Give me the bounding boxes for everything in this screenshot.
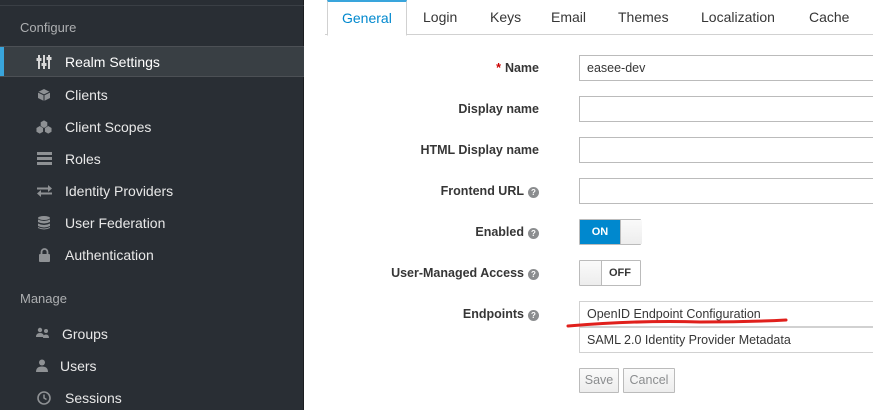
help-icon[interactable]: ? [528,228,539,239]
sidebar-item-identity-providers[interactable]: Identity Providers [0,175,304,206]
tab-login[interactable]: Login [423,0,457,35]
name-input[interactable]: easee-dev [579,55,873,81]
tab-localization[interactable]: Localization [701,0,775,35]
help-icon[interactable]: ? [528,269,539,280]
sidebar-item-label: Authentication [65,246,154,263]
sidebar-item-label: User Federation [65,214,166,231]
enabled-toggle[interactable]: ON [579,219,642,245]
sidebar-item-label: Realm Settings [65,53,160,70]
user-managed-access-label: User-Managed Access? [391,266,539,280]
sidebar-top-divider [0,0,304,6]
user-managed-access-toggle[interactable]: OFF [579,260,641,286]
clock-icon [36,390,52,406]
sidebar-item-users[interactable]: Users [0,350,304,381]
sidebar-item-authentication[interactable]: Authentication [0,239,304,270]
openid-endpoint-link[interactable]: OpenID Endpoint Configuration [579,301,873,327]
user-managed-access-label-text: User-Managed Access [391,266,524,280]
sidebar-item-label: Roles [65,150,101,167]
html-display-name-input[interactable] [579,137,873,163]
exchange-icon [36,183,52,199]
sidebar-item-label: Clients [65,86,108,103]
required-marker: * [496,61,501,75]
sidebar-item-client-scopes[interactable]: Client Scopes [0,111,304,142]
name-label-text: Name [504,61,539,75]
display-name-label: Display name [458,102,539,116]
sidebar-item-sessions[interactable]: Sessions [0,382,304,410]
toggle-off-text: OFF [609,267,631,279]
toggle-knob [620,220,642,244]
sidebar-item-user-federation[interactable]: User Federation [0,207,304,238]
frontend-url-label: Frontend URL? [441,184,539,198]
enabled-label-text: Enabled [475,225,524,239]
user-icon [34,358,50,374]
manage-section-title: Manage [20,291,67,306]
tab-cache[interactable]: Cache [809,0,849,35]
lock-icon [36,247,52,263]
sidebar-item-groups[interactable]: Groups [0,318,304,349]
users-icon [34,326,50,342]
tab-keys[interactable]: Keys [490,0,521,35]
save-button[interactable]: Save [579,368,619,393]
tab-email[interactable]: Email [551,0,586,35]
tab-themes[interactable]: Themes [618,0,669,35]
toggle-knob [580,261,602,285]
sidebar-item-label: Sessions [65,389,122,406]
sidebar-item-label: Client Scopes [65,118,152,135]
sidebar-item-label: Groups [62,325,108,342]
list-icon [36,151,52,167]
settings-tabs: General Login Keys Email Themes Localiza… [325,0,873,36]
sidebar-item-clients[interactable]: Clients [0,79,304,110]
html-display-name-label: HTML Display name [420,143,539,157]
sidebar-item-label: Identity Providers [65,182,174,199]
sidebar: Configure Realm Settings Clients Client … [0,0,304,410]
endpoints-label: Endpoints? [463,307,539,321]
help-icon[interactable]: ? [528,187,539,198]
name-label: * Name [496,61,539,75]
cube-icon [36,87,52,103]
frontend-url-label-text: Frontend URL [440,184,524,198]
tab-general[interactable]: General [327,0,407,36]
cubes-icon [36,119,52,135]
help-icon[interactable]: ? [528,310,539,321]
configure-section-title: Configure [20,20,77,35]
saml-endpoint-link[interactable]: SAML 2.0 Identity Provider Metadata [579,327,873,353]
sliders-icon [36,54,52,70]
sidebar-item-realm-settings[interactable]: Realm Settings [0,46,304,77]
database-icon [36,215,52,231]
cancel-button[interactable]: Cancel [623,368,675,393]
sidebar-item-roles[interactable]: Roles [0,143,304,174]
display-name-input[interactable] [579,96,873,122]
sidebar-item-label: Users [60,357,97,374]
endpoints-label-text: Endpoints [462,307,524,321]
frontend-url-input[interactable] [579,178,873,204]
toggle-on-text: ON [580,220,620,244]
enabled-label: Enabled? [475,225,539,239]
